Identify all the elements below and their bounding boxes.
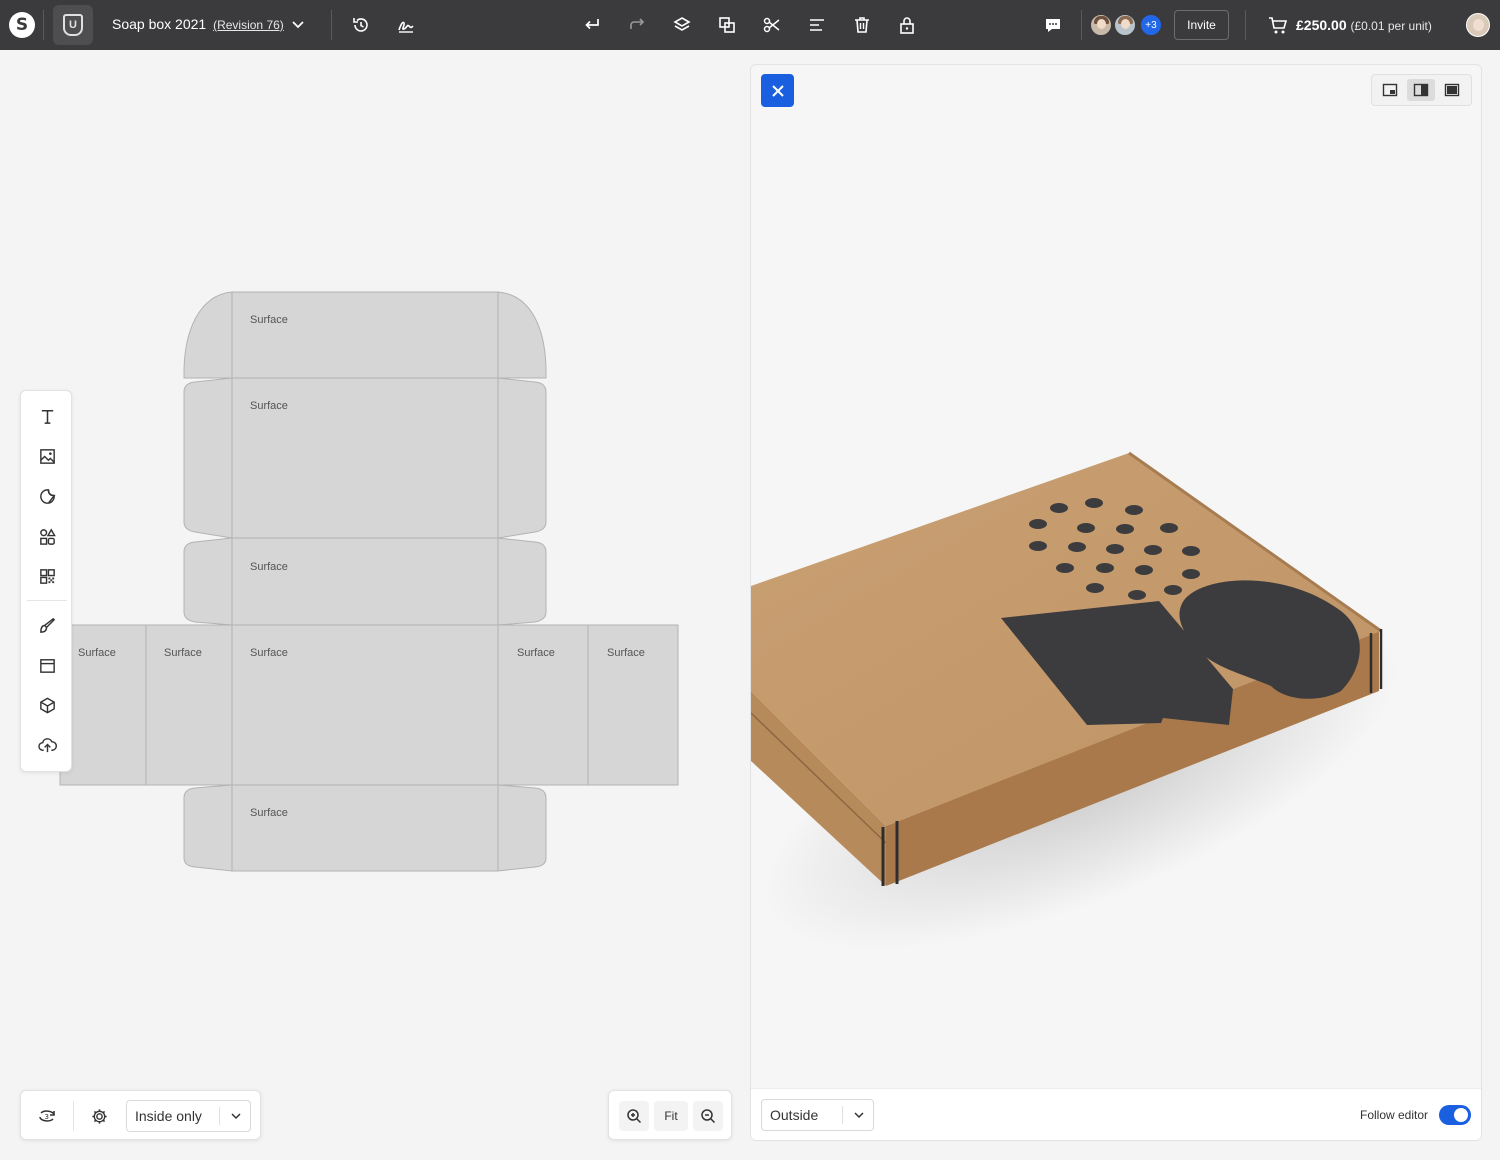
view-mode-split[interactable] [1407, 79, 1435, 101]
panel-label: Surface [250, 400, 288, 412]
top-bar: S U Soap box 2021 (Revision 76) +3 Invit… [0, 0, 1500, 50]
follow-editor-toggle[interactable] [1439, 1105, 1471, 1125]
view-mode-full[interactable] [1438, 79, 1466, 101]
zoom-controls: Fit [608, 1090, 732, 1140]
divider [43, 10, 44, 40]
view-mode-pip[interactable] [1376, 79, 1404, 101]
front-flap-right [497, 784, 547, 872]
user-avatar[interactable] [1466, 13, 1490, 37]
panel-label: Surface [250, 807, 288, 819]
template-icon[interactable] [35, 653, 59, 677]
divider [331, 10, 332, 40]
avatar[interactable] [1113, 13, 1137, 37]
tuck-flap [231, 291, 499, 379]
comment-icon[interactable] [1041, 13, 1065, 37]
dieline-editor[interactable]: Surface Surface Surface Surface Surface … [0, 50, 750, 1160]
panel-label: Surface [607, 647, 645, 659]
shapes-icon[interactable] [35, 524, 59, 548]
panel-label: Surface [78, 647, 116, 659]
panel-label: Surface [164, 647, 202, 659]
zoom-out-button[interactable] [693, 1101, 723, 1131]
back-flap-left [183, 537, 233, 626]
delete-icon[interactable] [850, 13, 874, 37]
toggle-knob [1454, 1108, 1468, 1122]
revision-link[interactable]: (Revision 76) [213, 18, 284, 32]
settings-gear-icon[interactable] [87, 1104, 111, 1128]
more-collaborators-badge[interactable]: +3 [1139, 13, 1163, 37]
inside-outside-select[interactable]: Inside only [126, 1100, 251, 1132]
brush-icon[interactable] [35, 613, 59, 637]
panel-label: Surface [250, 561, 288, 573]
zoom-out-icon [701, 1109, 716, 1124]
divider [842, 1106, 843, 1124]
avatar[interactable] [1089, 13, 1113, 37]
brand-logo-button[interactable]: U [53, 5, 93, 45]
divider [1245, 10, 1246, 40]
front-panel [231, 784, 499, 872]
tuck-flap-right [497, 291, 547, 379]
signature-icon[interactable] [394, 13, 418, 37]
document-title[interactable]: Soap box 2021 (Revision 76) [112, 16, 284, 32]
lid-side-right [497, 377, 547, 539]
app-logo[interactable]: S [9, 12, 35, 38]
scissors-icon[interactable] [760, 13, 784, 37]
qr-code-icon[interactable] [35, 564, 59, 588]
divider [219, 1107, 220, 1125]
sticker-icon[interactable] [35, 484, 59, 508]
panel-label: Surface [517, 647, 555, 659]
chevron-down-icon [231, 1113, 241, 1120]
redo-icon[interactable] [625, 13, 649, 37]
lock-icon[interactable] [895, 13, 919, 37]
history-icon[interactable] [349, 13, 373, 37]
select-value: Inside only [135, 1108, 202, 1124]
invite-button[interactable]: Invite [1174, 10, 1229, 40]
zoom-in-icon [627, 1109, 642, 1124]
divider [73, 1101, 74, 1131]
box-3d-icon[interactable] [35, 693, 59, 717]
layers-icon[interactable] [670, 13, 694, 37]
undo-icon[interactable] [580, 13, 604, 37]
side-select[interactable]: Outside [761, 1099, 874, 1131]
panel-label: Surface [250, 314, 288, 326]
document-name: Soap box 2021 [112, 16, 207, 32]
zoom-fit-button[interactable]: Fit [654, 1101, 688, 1131]
chevron-down-icon[interactable] [290, 16, 306, 32]
fullscreen-view-icon [1444, 83, 1460, 97]
brand-logo-icon: U [63, 14, 83, 36]
text-icon[interactable] [35, 404, 59, 428]
divider [1081, 10, 1082, 40]
insert-toolbar [20, 390, 72, 772]
split-view-icon [1413, 83, 1429, 97]
cart-icon[interactable] [1268, 15, 1288, 35]
view-controls: 3 Inside only [20, 1090, 261, 1140]
rotate-view-icon[interactable]: 3 [35, 1104, 59, 1128]
front-flap-left [183, 784, 233, 872]
follow-editor-label: Follow editor [1360, 1108, 1429, 1122]
preview-footer: Outside Follow editor [751, 1088, 1481, 1140]
unit-price: (£0.01 per unit) [1350, 19, 1432, 33]
view-mode-switch [1371, 74, 1472, 106]
duplicate-icon[interactable] [715, 13, 739, 37]
select-value: Outside [770, 1107, 819, 1123]
zoom-in-button[interactable] [619, 1101, 649, 1131]
upload-icon[interactable] [35, 733, 59, 757]
3d-box-render[interactable] [751, 65, 1482, 1085]
lid-side-left [183, 377, 233, 539]
picture-in-picture-icon [1382, 83, 1398, 97]
align-icon[interactable] [805, 13, 829, 37]
price-summary[interactable]: £250.00 (£0.01 per unit) [1296, 17, 1432, 33]
3d-preview-panel[interactable]: Outside Follow editor [750, 64, 1482, 1141]
dieline-canvas[interactable] [0, 50, 750, 1160]
chevron-down-icon [854, 1112, 864, 1119]
divider [27, 600, 67, 601]
tuck-flap-left [183, 291, 233, 379]
back-flap-right [497, 537, 547, 626]
total-price: £250.00 [1296, 17, 1347, 33]
svg-text:3: 3 [45, 1113, 49, 1121]
back-panel [231, 537, 499, 626]
image-icon[interactable] [35, 444, 59, 468]
close-preview-button[interactable] [761, 74, 794, 107]
close-icon [771, 84, 784, 97]
panel-label: Surface [250, 647, 288, 659]
